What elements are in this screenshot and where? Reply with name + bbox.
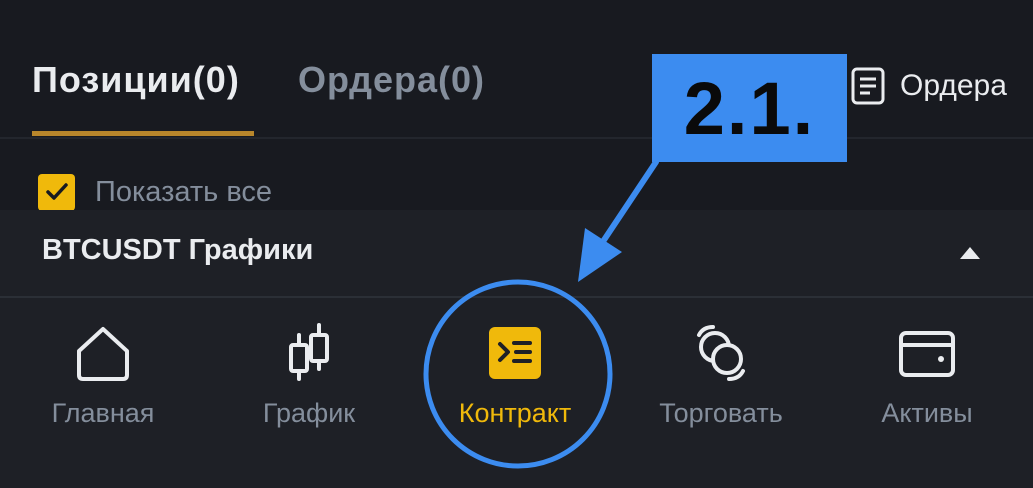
document-list-icon [850,66,886,106]
orders-link-label: Ордера [900,69,1007,102]
nav-label: Главная [51,398,155,428]
nav-item-assets[interactable]: Активы [824,298,1030,488]
active-tab-indicator [32,131,254,136]
nav-item-chart[interactable]: График [206,298,412,488]
home-icon [75,323,131,383]
tab-orders[interactable]: Ордера(0) [298,58,485,102]
wallet-icon [899,323,955,383]
futures-contract-icon [487,323,543,383]
show-all-label: Показать все [95,175,273,208]
step-label-text: 2.1. [683,66,816,150]
nav-label: График [262,398,356,428]
candlestick-icon [281,323,337,383]
tab-positions[interactable]: Позиции(0) [32,58,240,102]
nav-item-home[interactable]: Главная [0,298,206,488]
show-all-checkbox[interactable] [38,173,75,211]
nav-item-trade[interactable]: Торговать [618,298,824,488]
orders-history-link[interactable]: Ордера [850,64,1007,108]
chart-section-title: BTCUSDT Графики [42,234,314,266]
positions-orders-tab-bar: Позиции(0) Ордера(0) Ордера [0,0,1033,139]
step-label-badge: 2.1. [652,54,847,162]
checkmark-icon [45,183,68,200]
trade-exchange-icon [693,323,749,383]
nav-label: Активы [881,398,973,428]
chart-section-header[interactable]: BTCUSDT Графики [0,210,1033,298]
bottom-navigation: Главная График Контракт Торговать Активы [0,298,1033,488]
nav-item-contract[interactable]: Контракт [412,298,618,488]
show-all-filter: Показать все [38,170,272,214]
caret-up-icon[interactable] [958,245,982,261]
nav-label: Контракт [458,398,572,428]
nav-label: Торговать [659,398,783,428]
